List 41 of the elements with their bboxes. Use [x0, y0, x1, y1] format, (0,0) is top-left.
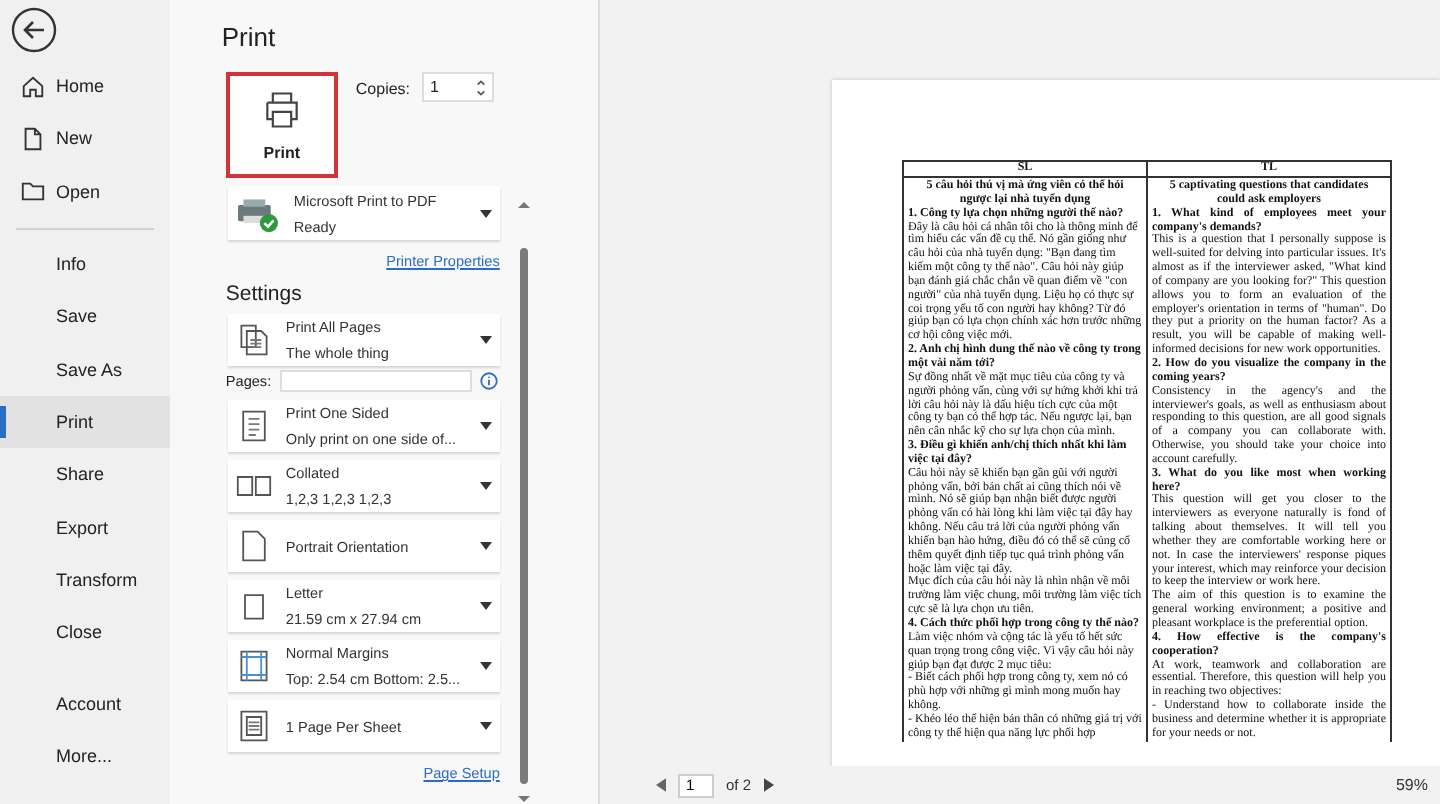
- nav-item[interactable]: Share: [0, 448, 170, 501]
- nav-item[interactable]: Transform: [0, 553, 170, 606]
- caret-icon: [479, 602, 492, 610]
- home-icon: [20, 73, 46, 100]
- margins-icon: [235, 648, 272, 684]
- next-page-icon[interactable]: [763, 778, 774, 792]
- page-icon: [235, 708, 272, 744]
- spin-arrows-icon: [476, 77, 487, 97]
- nav-item[interactable]: More...: [0, 729, 170, 782]
- caret-icon: [479, 722, 492, 730]
- info-icon: [479, 372, 498, 390]
- previous-page-icon[interactable]: [656, 778, 666, 792]
- back-icon[interactable]: [10, 6, 58, 54]
- nav-item[interactable]: Info: [0, 237, 170, 291]
- copies-spinbox[interactable]: 1: [422, 72, 495, 102]
- nav-item[interactable]: New: [0, 112, 170, 166]
- nav-item[interactable]: Home: [0, 60, 170, 113]
- caret-icon: [479, 422, 492, 430]
- nav-item[interactable]: Close: [0, 605, 170, 659]
- printer-ready-icon: [235, 193, 280, 233]
- nav-item[interactable]: Account: [0, 676, 170, 730]
- caret-icon: [479, 209, 492, 217]
- nav-item[interactable]: Save: [0, 290, 170, 343]
- pages-field[interactable]: [279, 370, 472, 392]
- scrollbar[interactable]: [515, 200, 532, 804]
- document-icon: [20, 125, 46, 152]
- caret-icon: [479, 542, 492, 550]
- caret-icon: [479, 662, 492, 670]
- pages-icon: [235, 322, 272, 358]
- panel-title: Print: [221, 22, 278, 52]
- print-button[interactable]: Print: [225, 72, 338, 178]
- nav-item[interactable]: Print: [0, 395, 170, 449]
- nav-item[interactable]: Save As: [0, 342, 170, 396]
- nav-item[interactable]: Open: [0, 165, 170, 218]
- nav-item[interactable]: Export: [0, 500, 170, 554]
- zoom-level[interactable]: 59%: [1395, 776, 1428, 794]
- caret-icon: [479, 336, 492, 344]
- settings-title: Settings: [225, 282, 304, 306]
- caret-icon: [479, 482, 492, 490]
- copies-label: Copies:: [355, 80, 411, 98]
- folder-icon: [20, 178, 46, 205]
